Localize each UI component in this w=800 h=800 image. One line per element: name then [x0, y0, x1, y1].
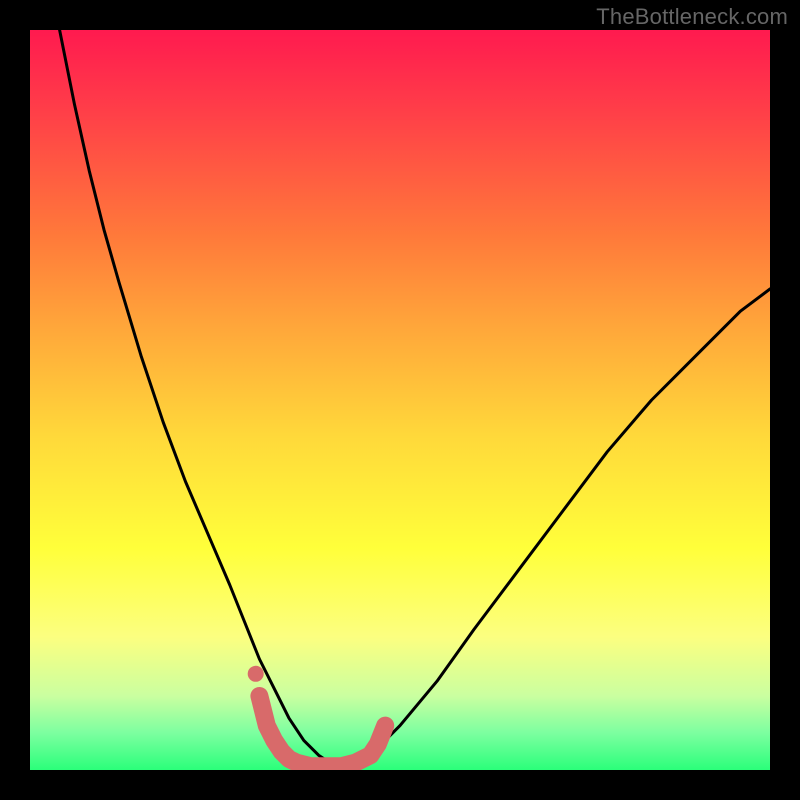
series-bottleneck-curve — [60, 30, 770, 770]
series-layer — [60, 30, 770, 770]
chart-frame: TheBottleneck.com — [0, 0, 800, 800]
watermark-text: TheBottleneck.com — [596, 4, 788, 30]
series-highlight-dot-dot — [248, 666, 264, 682]
plot-area — [30, 30, 770, 770]
series-highlight-min — [259, 696, 385, 766]
chart-svg — [30, 30, 770, 770]
